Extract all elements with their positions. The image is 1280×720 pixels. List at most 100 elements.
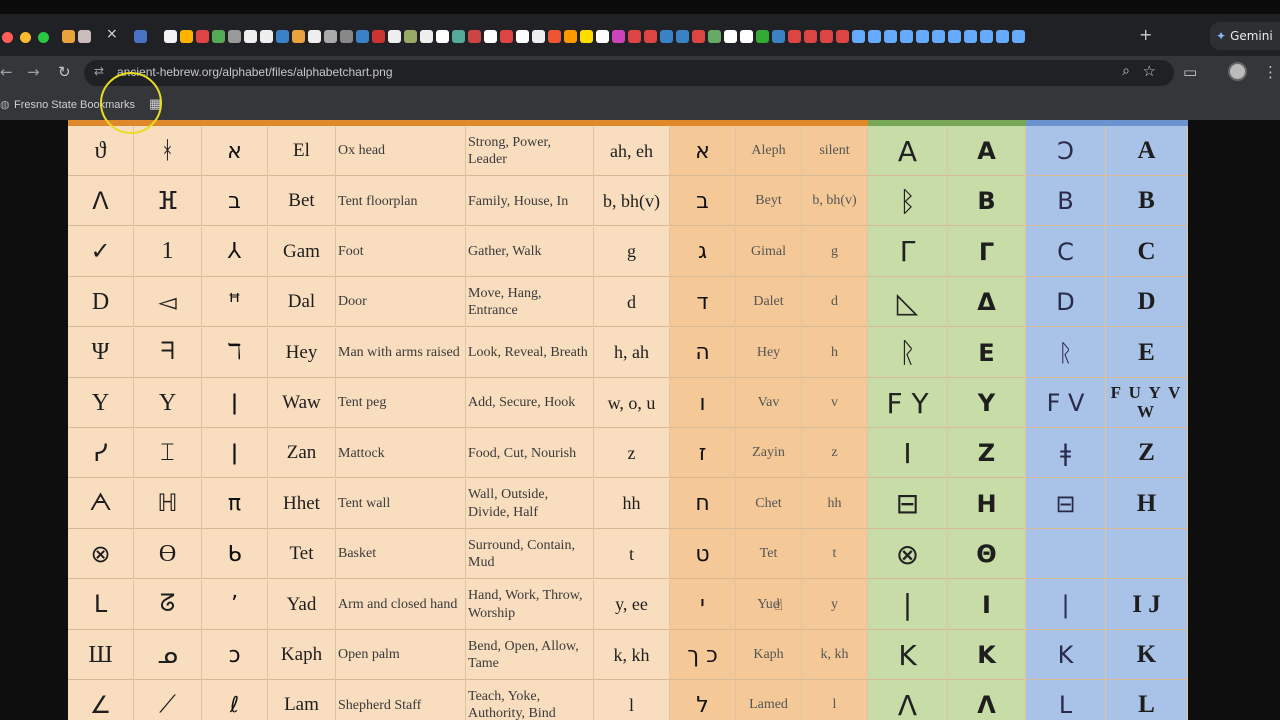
pinned-tab-favicon[interactable]	[404, 29, 417, 43]
pinned-tab-favicon[interactable]	[420, 29, 433, 43]
pinned-tab-favicon[interactable]	[388, 29, 401, 43]
pinned-tab-favicon[interactable]	[628, 29, 641, 43]
cell-modern: י	[670, 579, 736, 630]
chart-row-el: ϑ ᚼ א El Ox head Strong, Power, Leader ah, eh א…	[68, 126, 1188, 176]
pinned-tab-favicon[interactable]	[772, 29, 785, 43]
pinned-tab-favicon[interactable]	[78, 29, 91, 43]
pinned-tab-favicon[interactable]	[228, 29, 241, 43]
pinned-tab-favicon[interactable]	[740, 29, 753, 43]
pinned-tab-favicon[interactable]	[900, 29, 913, 43]
pinned-tab-favicon[interactable]	[580, 29, 593, 43]
pinned-tab-favicon[interactable]	[196, 29, 209, 43]
cell-sound: h, ah	[594, 327, 670, 378]
reload-icon[interactable]: ↻	[58, 63, 71, 81]
pinned-tab-favicon[interactable]	[1012, 29, 1025, 43]
menu-icon[interactable]: ⋮	[1263, 63, 1278, 81]
pinned-tab-favicon[interactable]	[692, 29, 705, 43]
pinned-tab-favicon[interactable]	[836, 29, 849, 43]
close-window-icon[interactable]	[2, 32, 13, 43]
pinned-tab-favicon[interactable]	[644, 29, 657, 43]
pinned-tab-favicon[interactable]	[548, 29, 561, 43]
pinned-tab-favicon[interactable]	[596, 29, 609, 43]
pinned-tab-favicon[interactable]	[820, 29, 833, 43]
pinned-tab-favicon[interactable]	[500, 29, 513, 43]
cell-latin: E	[1106, 327, 1188, 378]
site-settings-icon[interactable]: ⇄	[94, 64, 104, 78]
pinned-tab-favicon[interactable]	[676, 29, 689, 43]
gemini-button[interactable]: ✦ Gemini	[1210, 22, 1280, 50]
pinned-tab-favicon[interactable]	[852, 29, 865, 43]
pinned-tab-favicon[interactable]	[260, 29, 273, 43]
pinned-tab-favicon[interactable]	[452, 29, 465, 43]
url-text[interactable]: ancient-hebrew.org/alphabet/files/alphab…	[117, 65, 393, 79]
pinned-tab-favicon[interactable]	[356, 29, 369, 43]
cell-early: ᒪ	[68, 579, 134, 630]
pinned-tab-favicon[interactable]	[62, 29, 75, 43]
pinned-tab-favicon[interactable]	[756, 29, 769, 43]
pinned-tab-favicon[interactable]	[308, 29, 321, 43]
cell-modern: כ ך	[670, 630, 736, 680]
pinned-tab-favicon[interactable]	[324, 29, 337, 43]
cell-early: ᓯ	[68, 428, 134, 479]
forward-icon[interactable]: →	[27, 63, 40, 81]
new-tab-button[interactable]: +	[1139, 25, 1152, 44]
cell-sound: l	[594, 680, 670, 720]
pinned-tab-favicon[interactable]	[372, 29, 385, 43]
profile-avatar[interactable]	[1228, 62, 1247, 81]
pinned-tab-favicon[interactable]	[468, 29, 481, 43]
pinned-tab-favicon[interactable]	[948, 29, 961, 43]
pinned-tab-favicon[interactable]	[612, 29, 625, 43]
cell-late: ǀ	[202, 428, 268, 479]
pinned-tab-favicon[interactable]	[788, 29, 801, 43]
pinned-tab-favicon[interactable]	[484, 29, 497, 43]
cell-greek-early: ⊟	[868, 478, 948, 529]
pinned-tab-favicon[interactable]	[212, 29, 225, 43]
pinned-tab-favicon[interactable]	[724, 29, 737, 43]
pinned-tab-favicon[interactable]	[436, 29, 449, 43]
cell-modern-sound: l	[802, 680, 868, 720]
pinned-tab-favicon[interactable]	[244, 29, 257, 43]
tab-close-icon[interactable]: ×	[106, 26, 118, 42]
pinned-tab-favicon[interactable]	[996, 29, 1009, 43]
cell-greek-early: K	[868, 630, 948, 680]
pinned-tab-favicon[interactable]	[980, 29, 993, 43]
pinned-tab-favicon[interactable]	[804, 29, 817, 43]
minimize-window-icon[interactable]	[20, 32, 31, 43]
pinned-tab-favicon[interactable]	[916, 29, 929, 43]
chart-row-bet: ⴷ ⴼ ב Bet Tent floorplan Family, House, In b, …	[68, 176, 1188, 227]
pinned-tab-favicon[interactable]	[134, 29, 147, 43]
pinned-tab-favicon[interactable]	[868, 29, 881, 43]
cell-early: D	[68, 277, 134, 328]
cell-early: ϑ	[68, 126, 134, 176]
zoom-icon[interactable]: ⌕	[1122, 63, 1130, 79]
pinned-tab-favicon[interactable]	[292, 29, 305, 43]
pinned-tab-favicon[interactable]	[532, 29, 545, 43]
pinned-tab-favicon[interactable]	[660, 29, 673, 43]
cell-greek-early: ⊗	[868, 529, 948, 580]
pinned-tab-favicon[interactable]	[516, 29, 529, 43]
cell-modern-name: Tet	[736, 529, 802, 580]
cell-early: ⴷ	[68, 176, 134, 227]
bookmarks-bar: ◍ Fresno State Bookmarks ▦	[0, 90, 1280, 120]
pinned-tab-favicon[interactable]	[564, 29, 577, 43]
cell-latin-early: F V	[1026, 378, 1106, 428]
pinned-tab-favicon[interactable]	[180, 29, 193, 43]
pinned-tab-favicon[interactable]	[276, 29, 289, 43]
pinned-tab-favicon[interactable]	[340, 29, 353, 43]
bookmark-star-icon[interactable]: ☆	[1143, 62, 1156, 80]
pinned-tab-favicon[interactable]	[708, 29, 721, 43]
pinned-tab-favicon[interactable]	[164, 29, 177, 43]
pinned-tab-favicon[interactable]	[884, 29, 897, 43]
pinned-tab-favicon[interactable]	[964, 29, 977, 43]
cell-meaning: Man with arms raised	[336, 327, 466, 378]
cast-icon[interactable]: ▭	[1183, 63, 1197, 81]
cell-greek-early: Γ	[868, 226, 948, 277]
pinned-tab-favicon[interactable]	[932, 29, 945, 43]
maximize-window-icon[interactable]	[38, 32, 49, 43]
back-icon[interactable]: ←	[0, 63, 13, 81]
cell-verbs: Family, House, In	[466, 176, 594, 227]
cell-latin: B	[1106, 176, 1188, 227]
cell-latin-early: |	[1026, 579, 1106, 630]
address-bar[interactable]: ⇄ ancient-hebrew.org/alphabet/files/alph…	[84, 60, 1174, 86]
cell-early: ∠	[68, 680, 134, 720]
